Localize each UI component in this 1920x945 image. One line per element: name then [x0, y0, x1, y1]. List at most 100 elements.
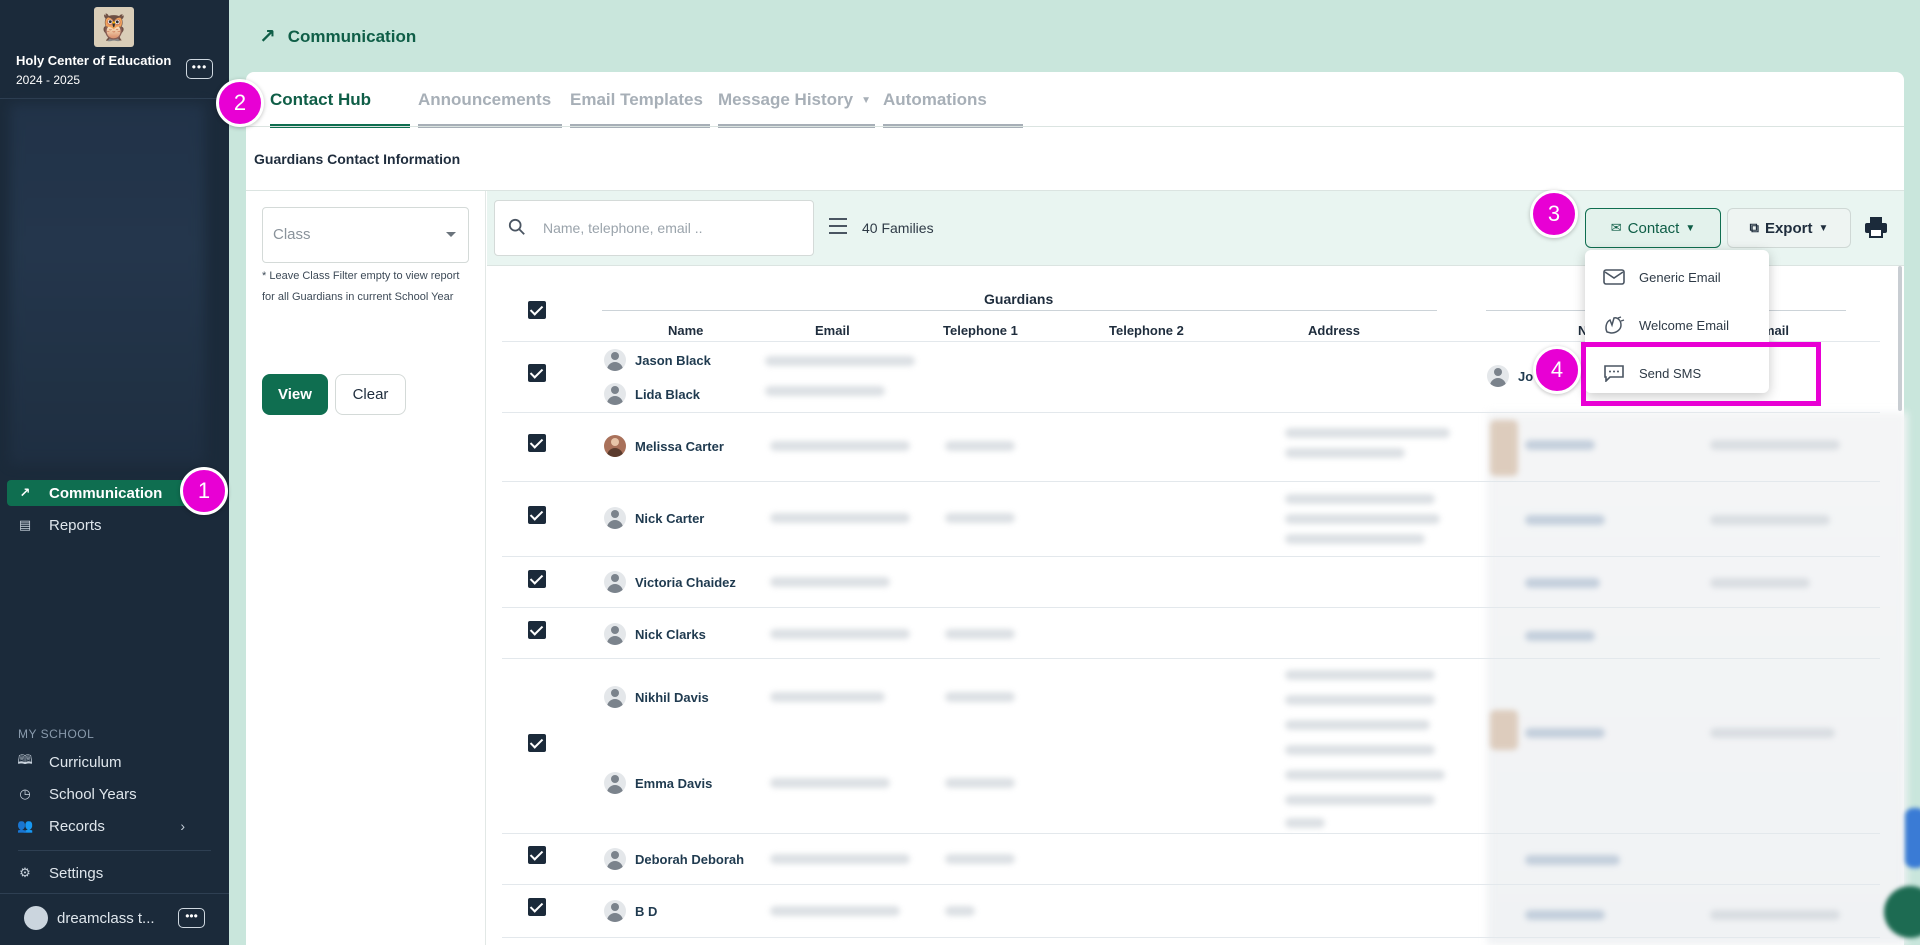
avatar: [604, 383, 626, 405]
guardian-name-text: Nick Clarks: [635, 626, 706, 642]
menu-item-welcome-email[interactable]: Welcome Email: [1585, 305, 1769, 345]
blurred-student-email: [1710, 440, 1840, 450]
blurred-student-name: [1525, 578, 1600, 588]
sidebar-item-label: Curriculum: [49, 753, 122, 771]
menu-item-label: Welcome Email: [1639, 317, 1730, 333]
guardian-name-text: Victoria Chaidez: [635, 574, 736, 590]
guardian-name[interactable]: Victoria Chaidez: [604, 571, 736, 593]
guardian-name[interactable]: Nick Carter: [604, 507, 704, 529]
row-checkbox[interactable]: [528, 734, 546, 752]
clock-icon: ◷: [19, 786, 31, 801]
blurred-student-email: [1710, 515, 1830, 525]
step-badge: 2: [216, 79, 264, 127]
row-checkbox[interactable]: [528, 364, 546, 382]
blurred-email: [770, 692, 885, 702]
row-divider: [502, 833, 1880, 834]
sidebar-item-reports[interactable]: ▤ Reports: [7, 512, 207, 538]
people-icon: 👥: [17, 818, 34, 833]
column-header-name: Name: [668, 323, 704, 338]
sidebar-item-records[interactable]: 👥 Records ›: [7, 813, 207, 839]
chevron-down-icon: ▼: [1685, 222, 1696, 234]
guardian-name[interactable]: B D: [604, 900, 657, 922]
tab-divider: [246, 126, 1904, 127]
columns-menu-icon[interactable]: [829, 218, 847, 239]
guardian-name[interactable]: Emma Davis: [604, 772, 712, 794]
print-icon[interactable]: [1864, 216, 1888, 238]
tab-automations[interactable]: Automations: [883, 88, 1023, 128]
sidebar-item-label: Reports: [49, 516, 102, 534]
filter-note: * Leave Class Filter empty to view repor…: [262, 270, 460, 303]
sidebar-item-curriculum[interactable]: 🕮 Curriculum: [7, 749, 207, 775]
guardian-name[interactable]: Nick Clarks: [604, 623, 706, 645]
guardian-name[interactable]: Jason Black: [604, 349, 711, 371]
row-divider: [502, 658, 1880, 659]
guardian-name[interactable]: Nikhil Davis: [604, 686, 709, 708]
row-divider: [502, 607, 1880, 608]
blurred-address: [1285, 720, 1430, 730]
blurred-address: [1285, 795, 1435, 805]
user-options-button[interactable]: •••: [178, 908, 205, 928]
sidebar-divider: [0, 893, 229, 894]
sidebar-item-school-years[interactable]: ◷ School Years: [7, 781, 207, 807]
table-scrollbar[interactable]: [1898, 266, 1902, 411]
tab-announcements[interactable]: Announcements: [418, 88, 562, 128]
blurred-email: [765, 386, 885, 396]
chevron-down-icon: ▼: [861, 94, 872, 106]
row-checkbox[interactable]: [528, 846, 546, 864]
external-link-icon: ⧉: [1749, 220, 1759, 235]
row-checkbox[interactable]: [528, 434, 546, 452]
blurred-address: [1285, 448, 1405, 458]
contact-dropdown-menu: Generic Email Welcome Email Send SMS: [1585, 250, 1769, 393]
tab-label: Announcements: [418, 90, 552, 109]
tab-contact-hub[interactable]: Contact Hub: [270, 88, 410, 128]
tab-message-history[interactable]: Message History ▼: [718, 88, 875, 128]
contact-button[interactable]: ✉ Contact ▼: [1585, 208, 1721, 248]
guardian-name-text: B D: [635, 903, 658, 919]
blurred-address: [1285, 745, 1435, 755]
avatar: [604, 623, 626, 645]
blurred-student-name: [1525, 855, 1620, 865]
avatar: [604, 772, 626, 794]
blurred-student-avatar: [1490, 710, 1518, 750]
guardian-name-text: Lida Black: [635, 386, 701, 402]
guardians-group-title: Guardians: [984, 291, 1054, 307]
row-divider: [502, 937, 1880, 938]
export-button[interactable]: ⧉ Export ▼: [1727, 208, 1851, 248]
guardian-name[interactable]: Deborah Deborah: [604, 848, 744, 870]
page-title: Communication: [287, 26, 417, 46]
step-badge: 1: [180, 467, 228, 515]
student-name-text: Jo: [1518, 368, 1534, 384]
search-icon: [508, 218, 525, 235]
clear-button[interactable]: Clear: [335, 374, 406, 415]
section-label-my-school: MY SCHOOL: [18, 727, 95, 741]
guardian-name[interactable]: Melissa Carter: [604, 435, 724, 457]
select-all-checkbox[interactable]: [528, 301, 546, 319]
school-options-button[interactable]: •••: [186, 59, 213, 79]
school-name: Holy Center of Education: [16, 53, 172, 68]
student-name[interactable]: Jo: [1487, 365, 1533, 387]
sidebar-item-label: Communication: [49, 484, 163, 502]
class-select[interactable]: Class: [262, 207, 469, 263]
sidebar-item-settings[interactable]: ⚙ Settings: [7, 860, 207, 886]
guardian-name[interactable]: Lida Black: [604, 383, 700, 405]
group-underline: [602, 310, 1437, 311]
menu-item-send-sms[interactable]: Send SMS: [1585, 353, 1769, 393]
row-checkbox[interactable]: [528, 898, 546, 916]
tab-email-templates[interactable]: Email Templates: [570, 88, 710, 128]
blurred-student-email: [1710, 728, 1835, 738]
view-button[interactable]: View: [262, 374, 328, 415]
sidebar-divider: [0, 98, 229, 99]
row-checkbox[interactable]: [528, 506, 546, 524]
blurred-telephone: [945, 692, 1015, 702]
row-checkbox[interactable]: [528, 570, 546, 588]
menu-item-label: Send SMS: [1639, 365, 1702, 381]
arrow-up-right-icon: ↗: [19, 485, 31, 500]
sidebar-item-communication[interactable]: ↗ Communication: [7, 480, 207, 506]
blurred-telephone: [945, 854, 1015, 864]
floating-widget[interactable]: [1905, 808, 1920, 868]
row-checkbox[interactable]: [528, 621, 546, 639]
email-icon: ✉: [1610, 220, 1622, 235]
user-avatar[interactable]: [24, 906, 48, 930]
menu-item-generic-email[interactable]: Generic Email: [1585, 257, 1769, 297]
search-input[interactable]: Name, telephone, email ..: [494, 200, 814, 256]
